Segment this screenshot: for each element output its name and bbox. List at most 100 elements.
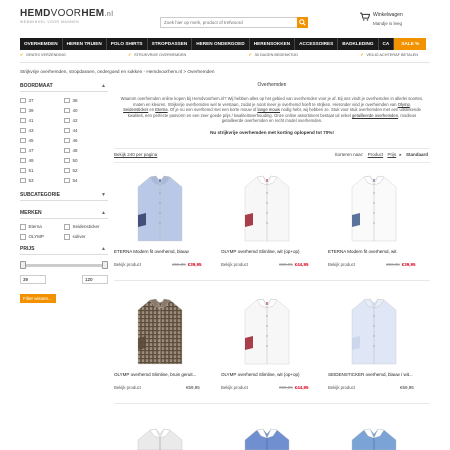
- size-option-51[interactable]: 51: [20, 166, 64, 175]
- size-option-49[interactable]: 49: [20, 156, 64, 165]
- checkbox[interactable]: [64, 137, 70, 143]
- nav-item-sale[interactable]: SALE %: [394, 38, 427, 50]
- product-image[interactable]: [239, 167, 295, 243]
- sale-price: €39,95: [187, 262, 202, 267]
- price-min-input[interactable]: [20, 275, 46, 284]
- checkbox[interactable]: [64, 224, 70, 230]
- filter-merken-header[interactable]: MERKEN ▲: [20, 209, 108, 219]
- view-product-link[interactable]: Bekijk product: [328, 262, 355, 267]
- checkbox[interactable]: [20, 157, 26, 163]
- size-option-44[interactable]: 44: [64, 126, 108, 135]
- product-image[interactable]: [132, 420, 188, 450]
- size-option-53[interactable]: 53: [20, 176, 64, 185]
- search-input[interactable]: [161, 18, 291, 27]
- product-title[interactable]: ETERNA Modern fit overhemd, wit: [328, 249, 424, 255]
- size-option-47[interactable]: 47: [20, 146, 64, 155]
- size-option-46[interactable]: 46: [64, 136, 108, 145]
- intro-link-getailleerd[interactable]: getailleerde overhemden: [352, 113, 398, 118]
- size-option-50[interactable]: 50: [64, 156, 108, 165]
- sort-option-standaard[interactable]: Standaard: [406, 152, 428, 157]
- product-image[interactable]: [132, 167, 188, 243]
- checkbox[interactable]: [64, 167, 70, 173]
- checkbox[interactable]: [64, 147, 70, 153]
- checkbox[interactable]: [64, 177, 70, 183]
- price-max-input[interactable]: [82, 275, 108, 284]
- product-image[interactable]: [239, 290, 295, 366]
- size-option-48[interactable]: 48: [64, 146, 108, 155]
- view-product-link[interactable]: Bekijk product: [221, 262, 248, 267]
- checkbox[interactable]: [20, 177, 26, 183]
- view-product-link[interactable]: Bekijk product: [328, 385, 355, 390]
- nav-item-truncated[interactable]: CA: [379, 38, 395, 50]
- checkbox[interactable]: [64, 127, 70, 133]
- view-product-link[interactable]: Bekijk product: [221, 385, 248, 390]
- checkbox[interactable]: [64, 107, 70, 113]
- checkbox[interactable]: [20, 167, 26, 173]
- slider-handle-max[interactable]: [102, 261, 108, 269]
- product-image[interactable]: [346, 290, 402, 366]
- breadcrumb[interactable]: Strijkvrije overhemden, stropdassen, ond…: [20, 69, 215, 74]
- checkbox[interactable]: [20, 97, 26, 103]
- size-option-54[interactable]: 54: [64, 176, 108, 185]
- checkbox[interactable]: [20, 147, 26, 153]
- size-option-45[interactable]: 45: [20, 136, 64, 145]
- search-button[interactable]: [297, 17, 308, 28]
- filter-boordmaat-header[interactable]: BOORDMAAT ▲: [20, 82, 108, 92]
- product-title[interactable]: OLYMP overhemd Slimline, bruin geruit...: [114, 372, 210, 378]
- product-title[interactable]: OLYMP overhemd Slimline, wit (op+op): [221, 249, 317, 255]
- checkbox[interactable]: [64, 117, 70, 123]
- product-image[interactable]: [132, 290, 188, 366]
- checkbox[interactable]: [64, 157, 70, 163]
- checkbox[interactable]: [20, 127, 26, 133]
- size-option-52[interactable]: 52: [64, 166, 108, 175]
- checkbox[interactable]: [64, 234, 70, 240]
- brand-option-seidensticker[interactable]: Seidensticker: [64, 223, 108, 232]
- filter-prijs-header[interactable]: PRIJS ▲: [20, 245, 108, 255]
- nav-item-overhemden[interactable]: OVERHEMDEN: [20, 38, 63, 50]
- intro-link-lange-mouw[interactable]: lange mouw: [257, 107, 280, 112]
- clear-filter-button[interactable]: Filter wissen...: [20, 294, 56, 303]
- site-logo[interactable]: HEMDVOORHEM.nl WEBWINKEL VOOR MANNEN: [20, 8, 114, 24]
- intro-link-seidensticker[interactable]: Seidensticker: [123, 107, 148, 112]
- checkbox[interactable]: [20, 234, 26, 240]
- view-product-link[interactable]: Bekijk product: [114, 385, 141, 390]
- size-option-42[interactable]: 42: [64, 116, 108, 125]
- checkbox[interactable]: [20, 137, 26, 143]
- slider-handle-min[interactable]: [20, 261, 26, 269]
- per-page-link[interactable]: Bekijk 240 per pagina: [114, 152, 157, 157]
- nav-item-polo-shirts[interactable]: POLO SHIRTS: [107, 38, 148, 50]
- sort-option-product[interactable]: Product: [368, 152, 384, 157]
- product-title[interactable]: OLYMP overhemd Slimline, wit (op+op): [221, 372, 317, 378]
- nav-item-heren-truien[interactable]: HEREN TRUIEN: [63, 38, 107, 50]
- size-option-43[interactable]: 43: [20, 126, 64, 135]
- size-option-41[interactable]: 41: [20, 116, 64, 125]
- brand-option-olymp[interactable]: OLYMP: [20, 233, 64, 242]
- product-image[interactable]: [239, 420, 295, 450]
- nav-item-heren-ondergoed[interactable]: HEREN ONDERGOED: [192, 38, 250, 50]
- product-title[interactable]: SEIDENSTICKER overhemd, blauw / wit...: [328, 372, 424, 378]
- product-image[interactable]: [346, 420, 402, 450]
- checkbox[interactable]: [20, 107, 26, 113]
- filter-subcategorie-header[interactable]: SUBCATEGORIE ▼: [20, 191, 108, 201]
- old-price: €59,95: [279, 385, 293, 390]
- size-option-38[interactable]: 38: [64, 96, 108, 105]
- size-option-39[interactable]: 39: [20, 106, 64, 115]
- price-slider[interactable]: [20, 258, 108, 272]
- checkbox[interactable]: [20, 224, 26, 230]
- intro-link-eterna[interactable]: Eterna: [155, 107, 167, 112]
- brand-option-soliver[interactable]: soliver: [64, 233, 108, 242]
- view-product-link[interactable]: Bekijk product: [114, 262, 141, 267]
- size-option-37[interactable]: 37: [20, 96, 64, 105]
- nav-item-herensokken[interactable]: HERENSOKKEN: [250, 38, 296, 50]
- nav-item-badkleding[interactable]: BADKLEDING: [338, 38, 379, 50]
- sort-option-prijs[interactable]: Prijs: [387, 152, 396, 157]
- product-image[interactable]: [346, 167, 402, 243]
- product-title[interactable]: ETERNA Modern fit overhemd, blauw: [114, 249, 210, 255]
- intro-link-olymp[interactable]: Olymp: [398, 102, 410, 107]
- nav-item-stropdassen[interactable]: STROPDASSEN: [148, 38, 193, 50]
- nav-item-accessoires[interactable]: ACCESSOIRES: [295, 38, 339, 50]
- size-option-40[interactable]: 40: [64, 106, 108, 115]
- checkbox[interactable]: [20, 117, 26, 123]
- brand-option-eterna[interactable]: Eterna: [20, 223, 64, 232]
- checkbox[interactable]: [64, 97, 70, 103]
